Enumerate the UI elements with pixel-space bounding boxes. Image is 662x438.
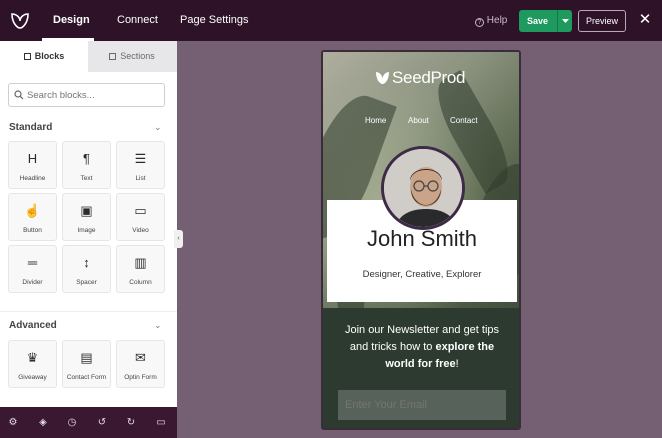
- sidebar-tabs: Blocks Sections: [0, 41, 177, 72]
- tab-connect[interactable]: Connect: [117, 0, 158, 41]
- block-label: List: [135, 175, 146, 182]
- seedprod-leaf-icon: [376, 72, 389, 84]
- block-label: Headline: [19, 175, 46, 182]
- block-list[interactable]: ☰ List: [116, 141, 165, 189]
- chevron-down-icon[interactable]: ⌄: [154, 122, 162, 133]
- block-image[interactable]: ▣ Image: [62, 193, 111, 241]
- brand-name: SeedProd: [392, 68, 466, 87]
- close-icon[interactable]: ✕: [638, 11, 652, 29]
- help-link[interactable]: ? Help: [475, 0, 507, 41]
- tab-blocks-label: Blocks: [34, 51, 65, 61]
- newsletter-end: !: [455, 358, 459, 370]
- newsletter-section: Join our Newsletter and get tips and tri…: [323, 308, 519, 428]
- sidebar-collapse-handle[interactable]: ‹: [174, 230, 183, 248]
- help-label: Help: [486, 15, 508, 26]
- standard-section-title[interactable]: Standard: [9, 122, 52, 133]
- block-video[interactable]: ▭ Video: [116, 193, 165, 241]
- mail-icon: ✉: [135, 350, 146, 365]
- block-label: Column: [129, 279, 152, 286]
- list-icon: ☰: [134, 151, 147, 166]
- undo-icon[interactable]: ↺: [95, 416, 109, 430]
- paragraph-icon: ¶: [83, 151, 90, 166]
- newsletter-line2: and tricks how to: [349, 341, 436, 353]
- chevron-down-icon[interactable]: ⌄: [154, 320, 162, 331]
- newsletter-text: Join our Newsletter and get tips and tri…: [337, 322, 507, 373]
- block-label: Button: [23, 227, 42, 234]
- help-icon: ?: [475, 18, 484, 27]
- spacer-icon: ↕: [83, 255, 90, 270]
- headline-icon: H: [27, 151, 38, 166]
- save-button[interactable]: Save: [519, 10, 556, 32]
- pointer-icon: ☝: [24, 203, 41, 218]
- section-divider: [0, 311, 177, 312]
- column-icon: ▥: [134, 255, 147, 270]
- redo-icon[interactable]: ↻: [124, 416, 138, 430]
- layers-icon[interactable]: ◈: [36, 416, 50, 430]
- tab-sections-label: Sections: [120, 51, 155, 61]
- block-label: Video: [132, 227, 149, 234]
- block-label: Text: [80, 175, 93, 182]
- newsletter-line1: Join our Newsletter and get tips: [344, 324, 500, 336]
- block-label: Image: [77, 227, 96, 234]
- sections-icon: [109, 53, 117, 60]
- history-icon[interactable]: ◷: [65, 416, 79, 430]
- block-button[interactable]: ☝ Button: [8, 193, 57, 241]
- block-label: Contact Form: [66, 374, 107, 381]
- tab-blocks[interactable]: Blocks: [0, 41, 88, 72]
- giveaway-icon: ♛: [26, 350, 39, 365]
- newsletter-bold2: world for free: [385, 358, 456, 370]
- mobile-preview-frame[interactable]: SeedProd Home About Contact John Smith D…: [321, 50, 521, 430]
- bottom-toolbar: ⚙ ◈ ◷ ↺ ↻ ▭: [0, 407, 177, 438]
- contact-form-icon: ▤: [80, 350, 93, 365]
- nav-link-home[interactable]: Home: [365, 116, 386, 125]
- profile-role: Designer, Creative, Explorer: [362, 269, 482, 280]
- tab-page-settings[interactable]: Page Settings: [180, 0, 249, 41]
- block-label: Giveaway: [18, 374, 47, 381]
- block-contact-form[interactable]: ▤ Contact Form: [62, 340, 111, 388]
- save-button-group: Save: [519, 10, 572, 32]
- block-spacer[interactable]: ↕ Spacer: [62, 245, 111, 293]
- block-text[interactable]: ¶ Text: [62, 141, 111, 189]
- block-giveaway[interactable]: ♛ Giveaway: [8, 340, 57, 388]
- block-headline[interactable]: H Headline: [8, 141, 57, 189]
- settings-icon[interactable]: ⚙: [6, 416, 20, 430]
- image-icon: ▣: [80, 203, 93, 218]
- tab-design[interactable]: Design: [53, 0, 90, 41]
- advanced-section-title[interactable]: Advanced: [9, 320, 57, 331]
- left-sidebar: Blocks Sections Standard ⌄ H Headline ¶ Tex…: [0, 41, 177, 407]
- avatar: [381, 146, 465, 230]
- block-label: Spacer: [76, 279, 97, 286]
- blocks-icon: [23, 53, 31, 60]
- seedprod-logo-icon[interactable]: [6, 6, 34, 34]
- block-divider[interactable]: ═ Divider: [8, 245, 57, 293]
- preview-button[interactable]: Preview: [578, 10, 626, 32]
- block-label: Divider: [22, 279, 43, 286]
- search-input[interactable]: [27, 86, 161, 104]
- search-box: [8, 83, 165, 107]
- top-bar: Design Connect Page Settings ? Help Save…: [0, 0, 662, 41]
- divider-icon: ═: [27, 255, 38, 270]
- save-options-dropdown[interactable]: [557, 10, 572, 32]
- newsletter-bold1: explore the: [435, 341, 495, 353]
- video-icon: ▭: [134, 203, 147, 218]
- caret-down-icon: [562, 19, 569, 23]
- nav-link-contact[interactable]: Contact: [450, 116, 478, 125]
- nav-link-about[interactable]: About: [408, 116, 429, 125]
- seedprod-brand-logo: SeedProd: [375, 68, 466, 90]
- profile-name: John Smith: [366, 226, 478, 251]
- email-field[interactable]: [338, 390, 506, 420]
- desktop-icon[interactable]: ▭: [154, 416, 168, 430]
- block-column[interactable]: ▥ Column: [116, 245, 165, 293]
- search-icon: [14, 90, 24, 100]
- block-optin-form[interactable]: ✉ Optin Form: [116, 340, 165, 388]
- tab-sections[interactable]: Sections: [88, 41, 176, 72]
- block-label: Optin Form: [124, 374, 157, 381]
